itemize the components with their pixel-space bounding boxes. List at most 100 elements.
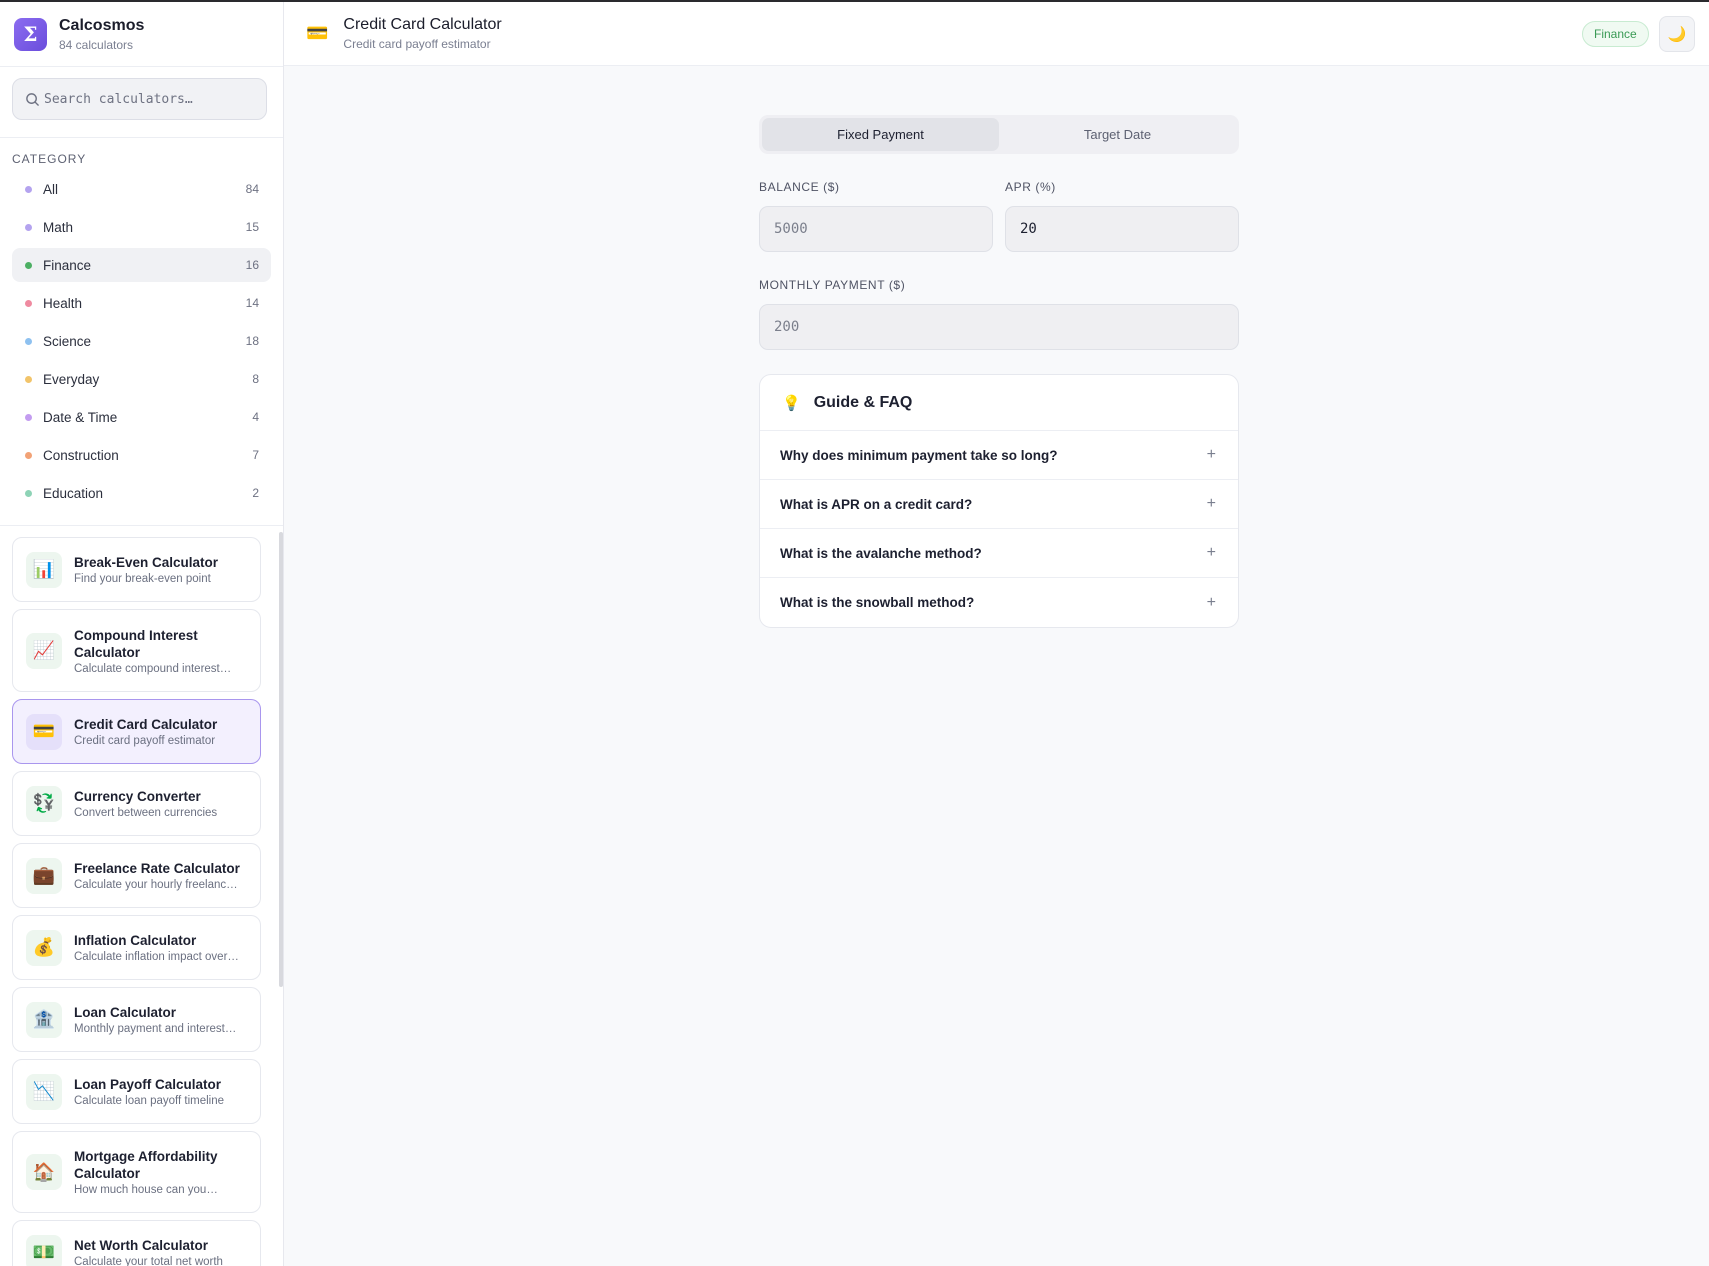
calculator-card-loan-payoff[interactable]: 📉 Loan Payoff Calculator Calculate loan … xyxy=(12,1059,261,1124)
calculator-card-compound-interest[interactable]: 📈 Compound Interest Calculator Calculate… xyxy=(12,609,261,692)
tab-fixed-payment[interactable]: Fixed Payment xyxy=(762,118,999,151)
house-icon: 🏠 xyxy=(26,1154,62,1190)
category-item-education[interactable]: Education 2 xyxy=(12,476,271,510)
calculator-card-inflation[interactable]: 💰 Inflation Calculator Calculate inflati… xyxy=(12,915,261,980)
category-dot-icon xyxy=(25,299,32,307)
category-dot-icon xyxy=(25,413,32,421)
calculator-desc: Calculate compound interest… xyxy=(74,662,232,675)
apr-label: APR (%) xyxy=(1005,180,1056,194)
faq-item[interactable]: What is APR on a credit card? + xyxy=(760,480,1238,529)
calculator-desc: Find your break-even point xyxy=(74,573,211,585)
category-dot-icon xyxy=(25,223,32,231)
calculator-title: Loan Payoff Calculator xyxy=(74,1077,222,1092)
category-label: All xyxy=(43,181,59,197)
sidebar: Σ Calcosmos 84 calculators CATEGORY All … xyxy=(0,2,284,1266)
calculator-card-mortgage-affordability[interactable]: 🏠 Mortgage Affordability Calculator How … xyxy=(12,1131,261,1213)
category-dot-icon xyxy=(25,489,32,497)
category-count: 8 xyxy=(252,372,259,386)
faq-header: 💡 Guide & FAQ xyxy=(760,375,1238,431)
calculator-desc: Convert between currencies xyxy=(74,807,218,819)
category-label: Science xyxy=(43,333,92,349)
monthly-payment-input[interactable]: 200 xyxy=(759,304,1239,350)
calculator-desc: Calculate your total net worth xyxy=(74,1256,223,1266)
calculator-desc: How much house can you… xyxy=(74,1184,218,1196)
category-item-all[interactable]: All 84 xyxy=(12,172,271,206)
calculator-card-net-worth[interactable]: 💵 Net Worth Calculator Calculate your to… xyxy=(12,1220,261,1266)
page-title: Credit Card Calculator xyxy=(343,16,502,33)
faq-question: What is the snowball method? xyxy=(780,595,975,610)
search-area xyxy=(0,67,283,138)
category-count: 2 xyxy=(252,486,259,500)
window-top-border xyxy=(0,0,1709,2)
calculator-desc: Monthly payment and interest… xyxy=(74,1023,237,1035)
balance-input[interactable]: 5000 xyxy=(759,206,993,252)
plus-icon: + xyxy=(1206,446,1216,463)
apr-field-group: APR (%) 20 xyxy=(1005,180,1239,252)
category-label: Finance xyxy=(43,257,92,273)
category-badge: Finance xyxy=(1582,21,1649,47)
credit-card-icon: 💳 xyxy=(306,23,329,43)
category-item-science[interactable]: Science 18 xyxy=(12,324,271,358)
monthly-payment-field-group: MONTHLY PAYMENT ($) 200 xyxy=(759,278,1239,350)
brand[interactable]: Σ Calcosmos 84 calculators xyxy=(0,2,283,67)
apr-input[interactable]: 20 xyxy=(1005,206,1239,252)
category-count: 7 xyxy=(252,448,259,462)
plus-icon: + xyxy=(1206,495,1216,512)
category-dot-icon xyxy=(25,375,32,383)
category-item-everyday[interactable]: Everyday 8 xyxy=(12,362,271,396)
category-list: All 84 Math 15 Finance 16 Health 14 Scie… xyxy=(0,172,283,510)
category-count: 14 xyxy=(245,296,259,310)
search-input[interactable] xyxy=(44,91,244,107)
sidebar-scrollbar[interactable] xyxy=(279,532,283,987)
mode-tabs: Fixed Payment Target Date xyxy=(759,115,1239,154)
bar-chart-icon: 📊 xyxy=(26,551,62,588)
category-label: Date & Time xyxy=(43,409,118,425)
category-item-construction[interactable]: Construction 7 xyxy=(12,438,271,472)
category-count: 15 xyxy=(245,220,259,234)
tab-target-date[interactable]: Target Date xyxy=(999,118,1236,151)
briefcase-icon: 💼 xyxy=(26,857,62,894)
category-dot-icon xyxy=(25,451,32,459)
category-label: Construction xyxy=(43,447,119,463)
faq-item[interactable]: What is the avalanche method? + xyxy=(760,529,1238,578)
calculator-list: 📊 Break-Even Calculator Find your break-… xyxy=(0,526,283,1266)
calculator-desc: Credit card payoff estimator xyxy=(74,735,216,747)
sigma-logo-icon: Σ xyxy=(14,17,47,51)
calculator-card-currency-converter[interactable]: 💱 Currency Converter Convert between cur… xyxy=(12,771,261,836)
balance-field-group: BALANCE ($) 5000 xyxy=(759,180,993,252)
calculator-title: Freelance Rate Calculator xyxy=(74,861,240,876)
plus-icon: + xyxy=(1206,544,1216,561)
search-box[interactable] xyxy=(12,78,267,120)
calculator-title: Currency Converter xyxy=(74,789,201,804)
balance-label: BALANCE ($) xyxy=(759,180,840,194)
calculator-card-loan[interactable]: 🏦 Loan Calculator Monthly payment and in… xyxy=(12,987,261,1052)
calculator-title: Credit Card Calculator xyxy=(74,717,218,732)
category-item-finance[interactable]: Finance 16 xyxy=(12,248,271,282)
calculator-card-credit-card[interactable]: 💳 Credit Card Calculator Credit card pay… xyxy=(12,699,261,764)
theme-toggle-button[interactable]: 🌙 xyxy=(1659,16,1695,52)
category-item-math[interactable]: Math 15 xyxy=(12,210,271,244)
chart-down-icon: 📉 xyxy=(26,1073,62,1110)
calculator-card-break-even[interactable]: 📊 Break-Even Calculator Find your break-… xyxy=(12,537,261,602)
category-item-date-time[interactable]: Date & Time 4 xyxy=(12,400,271,434)
calculator-title: Inflation Calculator xyxy=(74,933,197,948)
plus-icon: + xyxy=(1206,593,1216,611)
calculator-title: Loan Calculator xyxy=(74,1005,177,1020)
category-dot-icon xyxy=(25,185,32,193)
calculator-desc: Calculate loan payoff timeline xyxy=(74,1095,225,1107)
faq-item[interactable]: Why does minimum payment take so long? + xyxy=(760,431,1238,480)
money-bag-icon: 💰 xyxy=(26,929,62,966)
category-dot-icon xyxy=(25,261,32,269)
category-label: Education xyxy=(43,485,104,501)
category-title: CATEGORY xyxy=(12,152,87,166)
calculator-card-freelance-rate[interactable]: 💼 Freelance Rate Calculator Calculate yo… xyxy=(12,843,261,908)
category-item-health[interactable]: Health 14 xyxy=(12,286,271,320)
category-count: 4 xyxy=(252,410,259,424)
category-label: Health xyxy=(43,295,83,311)
category-count: 18 xyxy=(245,334,259,348)
bank-icon: 🏦 xyxy=(26,1001,62,1038)
faq-item[interactable]: What is the snowball method? + xyxy=(760,578,1238,627)
calculator-title: Mortgage Affordability Calculator xyxy=(74,1149,218,1181)
faq-title: Guide & FAQ xyxy=(813,393,913,411)
banknote-icon: 💵 xyxy=(26,1234,62,1266)
